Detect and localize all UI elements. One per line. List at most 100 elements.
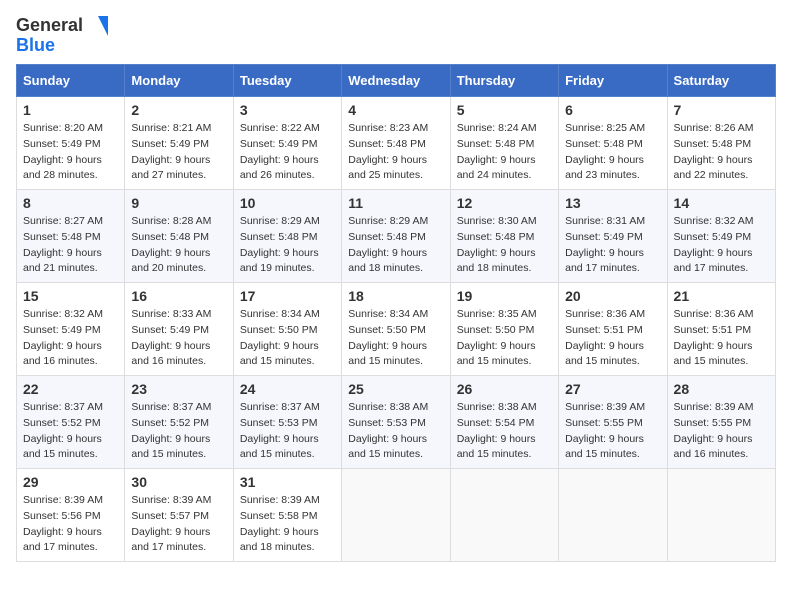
day-info: Sunrise: 8:39 AM Sunset: 5:55 PM Dayligh… [674,401,754,460]
day-info: Sunrise: 8:24 AM Sunset: 5:48 PM Dayligh… [457,122,537,181]
calendar-table: SundayMondayTuesdayWednesdayThursdayFrid… [16,64,776,562]
day-info: Sunrise: 8:25 AM Sunset: 5:48 PM Dayligh… [565,122,645,181]
table-row: 29 Sunrise: 8:39 AM Sunset: 5:56 PM Dayl… [17,469,125,562]
day-number: 31 [240,474,335,490]
day-number: 20 [565,288,660,304]
table-row: 24 Sunrise: 8:37 AM Sunset: 5:53 PM Dayl… [233,376,341,469]
day-number: 12 [457,195,552,211]
day-info: Sunrise: 8:32 AM Sunset: 5:49 PM Dayligh… [674,215,754,274]
day-info: Sunrise: 8:29 AM Sunset: 5:48 PM Dayligh… [348,215,428,274]
table-row: 30 Sunrise: 8:39 AM Sunset: 5:57 PM Dayl… [125,469,233,562]
table-row: 12 Sunrise: 8:30 AM Sunset: 5:48 PM Dayl… [450,190,558,283]
table-row: 14 Sunrise: 8:32 AM Sunset: 5:49 PM Dayl… [667,190,775,283]
day-info: Sunrise: 8:39 AM Sunset: 5:56 PM Dayligh… [23,494,103,553]
table-row: 21 Sunrise: 8:36 AM Sunset: 5:51 PM Dayl… [667,283,775,376]
day-info: Sunrise: 8:32 AM Sunset: 5:49 PM Dayligh… [23,308,103,367]
day-info: Sunrise: 8:39 AM Sunset: 5:55 PM Dayligh… [565,401,645,460]
day-number: 2 [131,102,226,118]
table-row: 13 Sunrise: 8:31 AM Sunset: 5:49 PM Dayl… [559,190,667,283]
table-row [667,469,775,562]
table-row: 31 Sunrise: 8:39 AM Sunset: 5:58 PM Dayl… [233,469,341,562]
table-row: 25 Sunrise: 8:38 AM Sunset: 5:53 PM Dayl… [342,376,450,469]
day-info: Sunrise: 8:34 AM Sunset: 5:50 PM Dayligh… [240,308,320,367]
day-number: 13 [565,195,660,211]
table-row: 16 Sunrise: 8:33 AM Sunset: 5:49 PM Dayl… [125,283,233,376]
table-row: 7 Sunrise: 8:26 AM Sunset: 5:48 PM Dayli… [667,97,775,190]
column-header-friday: Friday [559,65,667,97]
day-number: 26 [457,381,552,397]
column-header-thursday: Thursday [450,65,558,97]
logo-general: General [16,16,108,36]
day-number: 24 [240,381,335,397]
day-number: 15 [23,288,118,304]
day-number: 22 [23,381,118,397]
logo-block: General Blue [16,16,108,56]
column-header-monday: Monday [125,65,233,97]
day-info: Sunrise: 8:30 AM Sunset: 5:48 PM Dayligh… [457,215,537,274]
table-row: 18 Sunrise: 8:34 AM Sunset: 5:50 PM Dayl… [342,283,450,376]
column-header-tuesday: Tuesday [233,65,341,97]
day-number: 6 [565,102,660,118]
table-row: 10 Sunrise: 8:29 AM Sunset: 5:48 PM Dayl… [233,190,341,283]
table-row: 3 Sunrise: 8:22 AM Sunset: 5:49 PM Dayli… [233,97,341,190]
day-number: 28 [674,381,769,397]
table-row: 27 Sunrise: 8:39 AM Sunset: 5:55 PM Dayl… [559,376,667,469]
day-info: Sunrise: 8:37 AM Sunset: 5:52 PM Dayligh… [23,401,103,460]
day-number: 9 [131,195,226,211]
day-number: 25 [348,381,443,397]
day-number: 3 [240,102,335,118]
table-row: 2 Sunrise: 8:21 AM Sunset: 5:49 PM Dayli… [125,97,233,190]
table-row: 6 Sunrise: 8:25 AM Sunset: 5:48 PM Dayli… [559,97,667,190]
table-row: 28 Sunrise: 8:39 AM Sunset: 5:55 PM Dayl… [667,376,775,469]
column-header-sunday: Sunday [17,65,125,97]
table-row: 9 Sunrise: 8:28 AM Sunset: 5:48 PM Dayli… [125,190,233,283]
day-number: 10 [240,195,335,211]
table-row: 22 Sunrise: 8:37 AM Sunset: 5:52 PM Dayl… [17,376,125,469]
day-number: 30 [131,474,226,490]
table-row: 17 Sunrise: 8:34 AM Sunset: 5:50 PM Dayl… [233,283,341,376]
day-number: 7 [674,102,769,118]
day-info: Sunrise: 8:22 AM Sunset: 5:49 PM Dayligh… [240,122,320,181]
logo-arrow-icon [88,16,108,36]
day-info: Sunrise: 8:38 AM Sunset: 5:53 PM Dayligh… [348,401,428,460]
day-number: 1 [23,102,118,118]
day-info: Sunrise: 8:39 AM Sunset: 5:58 PM Dayligh… [240,494,320,553]
day-info: Sunrise: 8:34 AM Sunset: 5:50 PM Dayligh… [348,308,428,367]
day-info: Sunrise: 8:38 AM Sunset: 5:54 PM Dayligh… [457,401,537,460]
table-row: 1 Sunrise: 8:20 AM Sunset: 5:49 PM Dayli… [17,97,125,190]
day-number: 4 [348,102,443,118]
table-row: 19 Sunrise: 8:35 AM Sunset: 5:50 PM Dayl… [450,283,558,376]
day-info: Sunrise: 8:26 AM Sunset: 5:48 PM Dayligh… [674,122,754,181]
day-info: Sunrise: 8:21 AM Sunset: 5:49 PM Dayligh… [131,122,211,181]
day-info: Sunrise: 8:20 AM Sunset: 5:49 PM Dayligh… [23,122,103,181]
table-row: 5 Sunrise: 8:24 AM Sunset: 5:48 PM Dayli… [450,97,558,190]
day-info: Sunrise: 8:29 AM Sunset: 5:48 PM Dayligh… [240,215,320,274]
day-info: Sunrise: 8:37 AM Sunset: 5:53 PM Dayligh… [240,401,320,460]
logo-blue: Blue [16,36,108,56]
column-header-wednesday: Wednesday [342,65,450,97]
day-number: 16 [131,288,226,304]
day-number: 18 [348,288,443,304]
day-number: 21 [674,288,769,304]
table-row: 8 Sunrise: 8:27 AM Sunset: 5:48 PM Dayli… [17,190,125,283]
table-row: 11 Sunrise: 8:29 AM Sunset: 5:48 PM Dayl… [342,190,450,283]
day-info: Sunrise: 8:35 AM Sunset: 5:50 PM Dayligh… [457,308,537,367]
day-number: 11 [348,195,443,211]
day-info: Sunrise: 8:28 AM Sunset: 5:48 PM Dayligh… [131,215,211,274]
day-number: 14 [674,195,769,211]
column-header-saturday: Saturday [667,65,775,97]
day-info: Sunrise: 8:36 AM Sunset: 5:51 PM Dayligh… [674,308,754,367]
day-info: Sunrise: 8:37 AM Sunset: 5:52 PM Dayligh… [131,401,211,460]
table-row: 20 Sunrise: 8:36 AM Sunset: 5:51 PM Dayl… [559,283,667,376]
day-number: 19 [457,288,552,304]
table-row: 23 Sunrise: 8:37 AM Sunset: 5:52 PM Dayl… [125,376,233,469]
day-number: 23 [131,381,226,397]
day-number: 27 [565,381,660,397]
day-info: Sunrise: 8:31 AM Sunset: 5:49 PM Dayligh… [565,215,645,274]
day-info: Sunrise: 8:36 AM Sunset: 5:51 PM Dayligh… [565,308,645,367]
table-row [450,469,558,562]
day-number: 29 [23,474,118,490]
day-number: 17 [240,288,335,304]
day-number: 5 [457,102,552,118]
day-info: Sunrise: 8:23 AM Sunset: 5:48 PM Dayligh… [348,122,428,181]
